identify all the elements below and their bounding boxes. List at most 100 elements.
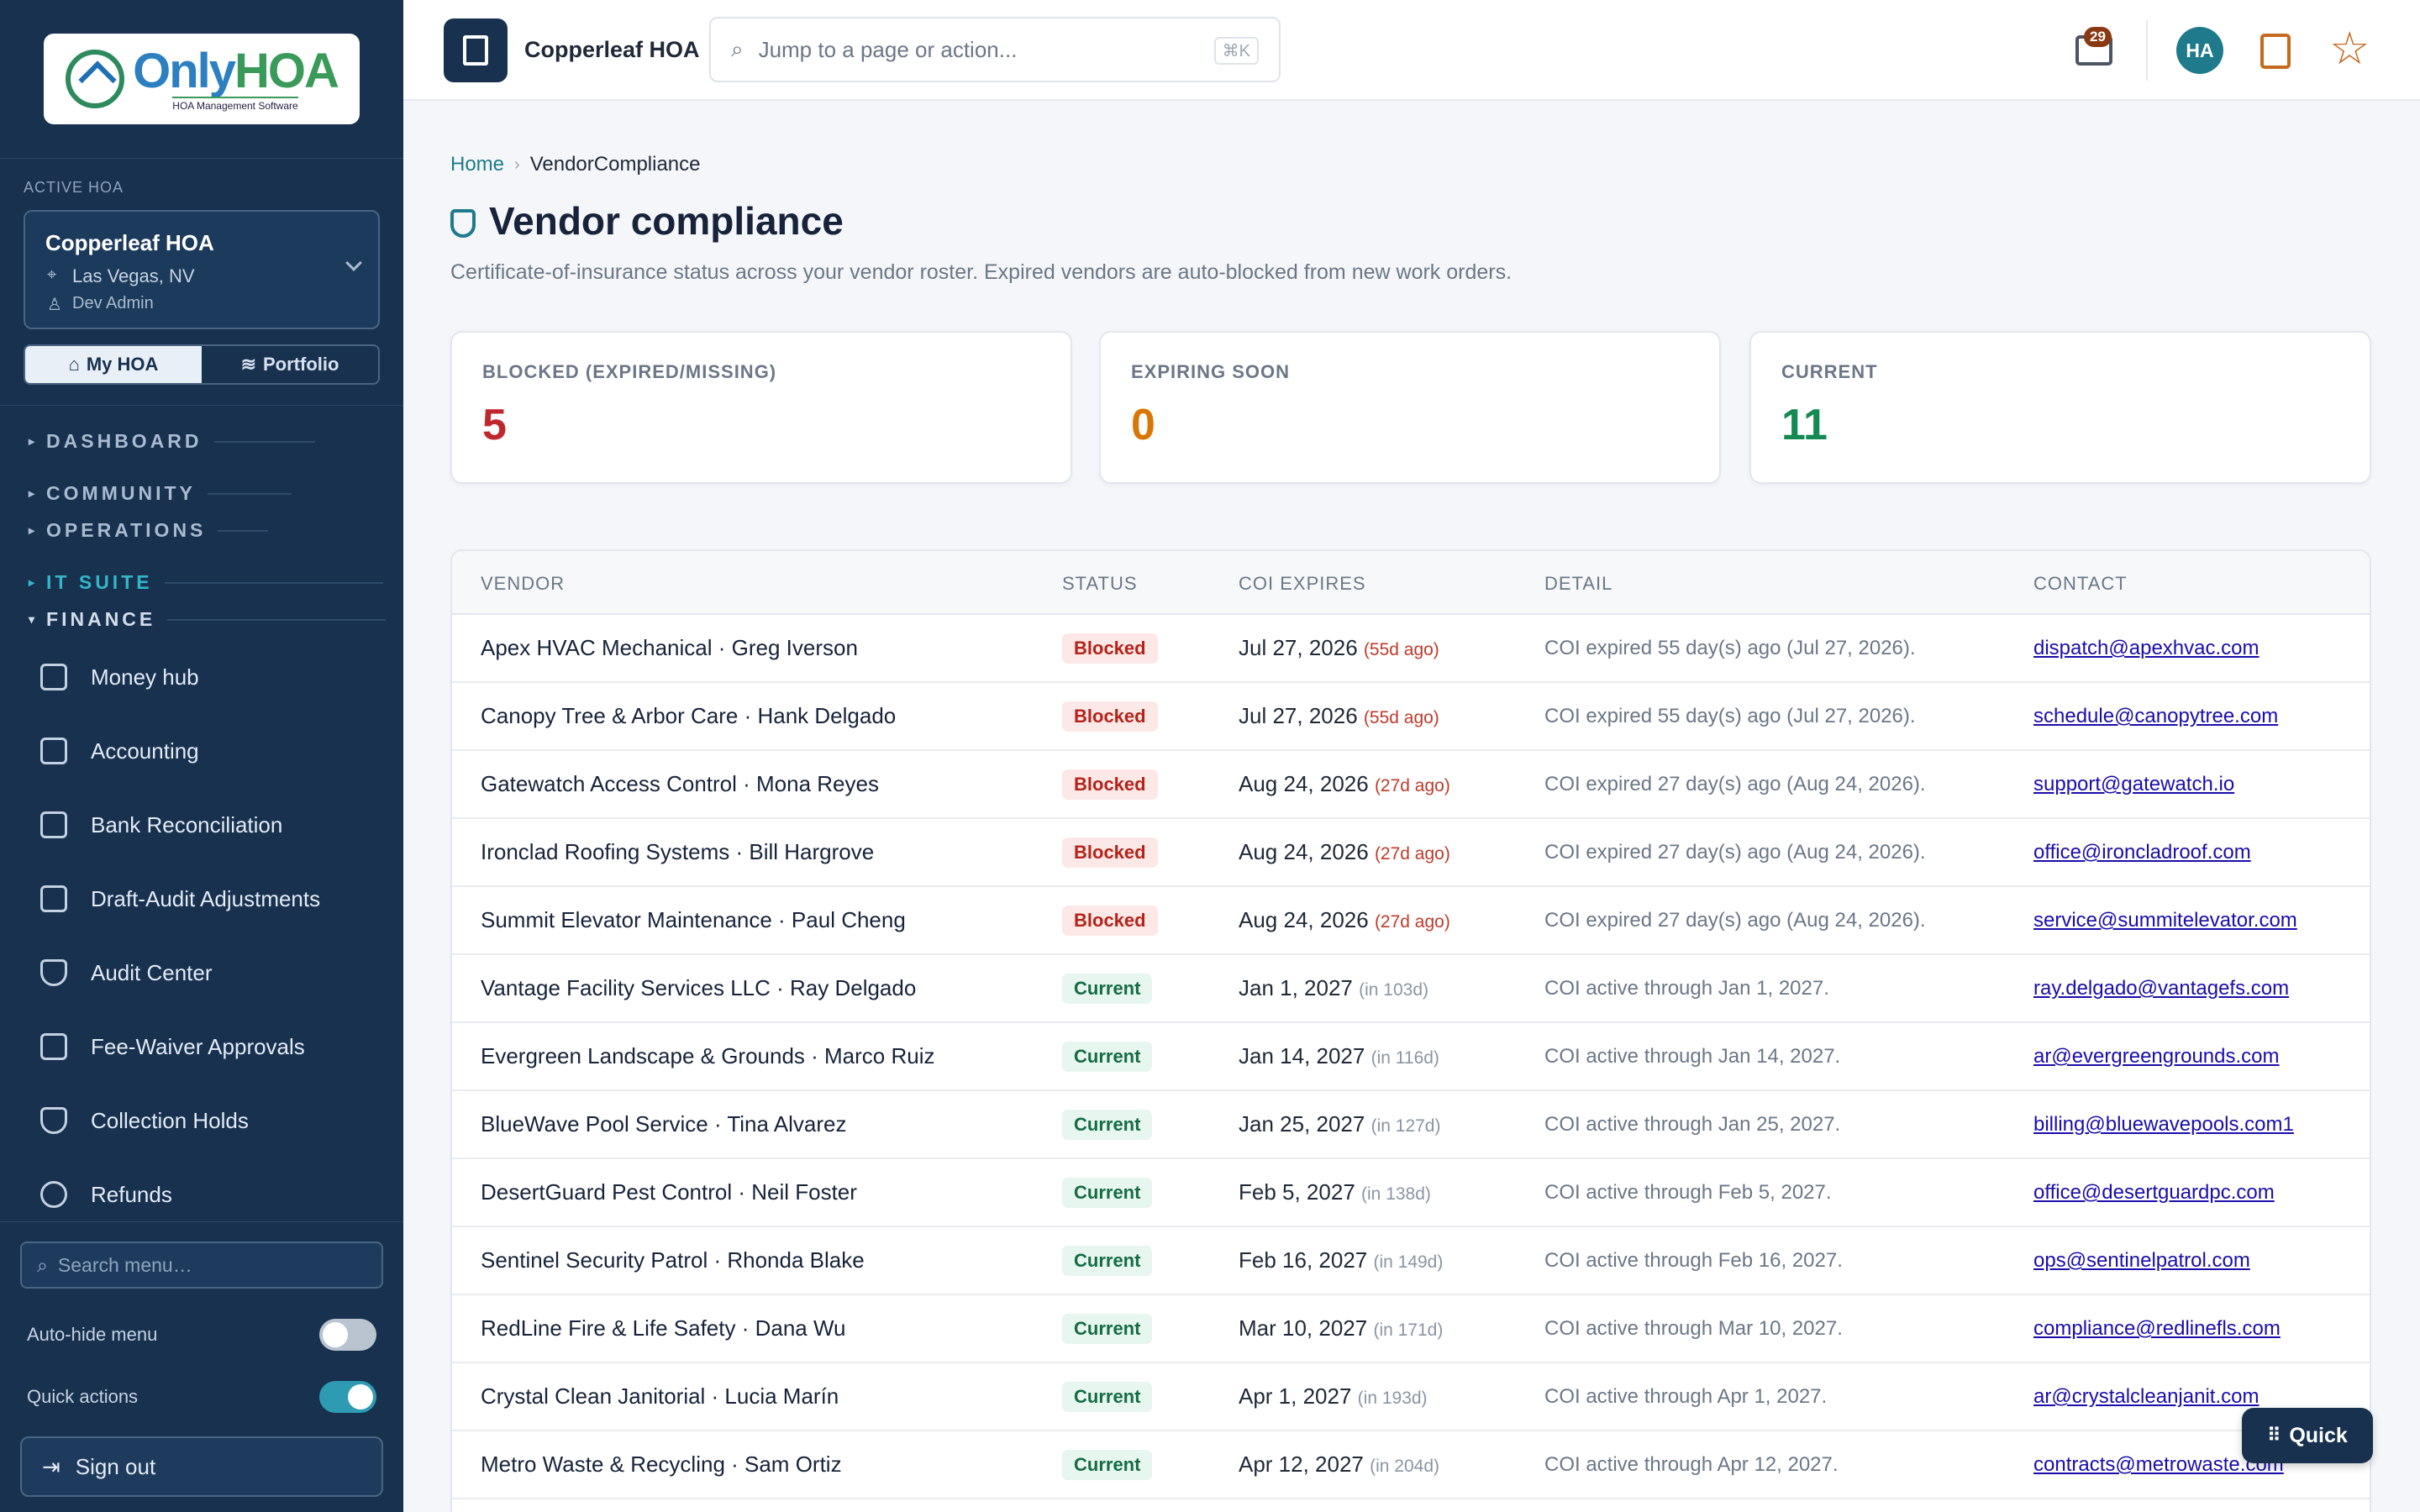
- coi-detail: COI active through Apr 12, 2027.: [1544, 1453, 1839, 1476]
- sidebar-item-accounting[interactable]: Accounting: [40, 738, 199, 764]
- divider: [0, 158, 403, 159]
- table-row[interactable]: Apex HVAC Mechanical · Greg Iverson Block…: [452, 615, 2370, 683]
- coi-expiry: Aug 24, 2026 (27d ago): [1239, 771, 1450, 796]
- column-header-status[interactable]: STATUS: [1062, 573, 1138, 595]
- menu-search-input[interactable]: ⌕ Search menu…: [20, 1242, 383, 1289]
- contact-email-link[interactable]: dispatch@apexhvac.com: [2033, 637, 2260, 660]
- sidebar-item-money-hub[interactable]: Money hub: [40, 664, 199, 690]
- vendor-name: Metro Waste & Recycling · Sam Ortiz: [481, 1452, 842, 1477]
- table-row[interactable]: RedLine Fire & Life Safety · Dana Wu Curr…: [452, 1295, 2370, 1363]
- table-row[interactable]: Summit Elevator Maintenance · Paul Cheng…: [452, 887, 2370, 955]
- vendor-name: Apex HVAC Mechanical · Greg Iverson: [481, 635, 858, 660]
- topbar: Copperleaf HOA ⌕ Jump to a page or actio…: [403, 0, 2420, 101]
- coi-detail: COI active through Jan 14, 2027.: [1544, 1045, 1841, 1068]
- sidebar: OnlyHOA HOA Management Software ACTIVE H…: [0, 0, 403, 1512]
- avatar[interactable]: HA: [2176, 27, 2223, 74]
- contact-email-link[interactable]: office@ironcladroof.com: [2033, 841, 2251, 864]
- coi-expiry: Feb 16, 2027 (in 149d): [1239, 1247, 1444, 1273]
- quick-actions-label: Quick actions: [27, 1386, 139, 1407]
- column-header-coi-expires[interactable]: COI EXPIRES: [1239, 573, 1366, 595]
- stat-card-current: CURRENT 11: [1749, 331, 2371, 484]
- book-icon: [40, 738, 67, 764]
- relative-days: (27d ago): [1374, 776, 1450, 795]
- breadcrumb-home-link[interactable]: Home: [450, 153, 504, 176]
- coi-detail: COI active through Jan 25, 2027.: [1544, 1113, 1841, 1136]
- auto-hide-toggle[interactable]: [319, 1319, 376, 1351]
- relative-days: (in 116d): [1370, 1048, 1439, 1068]
- table-header: VENDOR STATUS COI EXPIRES DETAIL CONTACT: [452, 551, 2370, 615]
- contact-email-link[interactable]: ops@sentinelpatrol.com: [2033, 1249, 2250, 1273]
- notes-icon[interactable]: [2260, 34, 2291, 69]
- stat-card-blocked: BLOCKED (EXPIRED/MISSING) 5: [450, 331, 1072, 484]
- nav-group-finance[interactable]: ▾ FINANCE: [29, 608, 387, 631]
- star-icon[interactable]: ☆: [2329, 24, 2370, 74]
- quick-actions-button[interactable]: ⠿ Quick: [2242, 1408, 2373, 1463]
- table-row[interactable]: Ironclad Roofing Systems · Bill Hargrove…: [452, 819, 2370, 887]
- quick-actions-row: Quick actions: [27, 1381, 376, 1413]
- sidebar-item-fee-waiver-approvals[interactable]: Fee-Waiver Approvals: [40, 1033, 305, 1060]
- contact-email-link[interactable]: ar@evergreengrounds.com: [2033, 1045, 2280, 1068]
- relative-days: (in 127d): [1370, 1116, 1441, 1136]
- sidebar-item-audit-center[interactable]: Audit Center: [40, 959, 213, 986]
- table-row[interactable]: Evergreen Landscape & Grounds · Marco Ru…: [452, 1023, 2370, 1091]
- search-icon: ⌕: [37, 1253, 48, 1276]
- stat-value: 11: [1781, 401, 1828, 449]
- contact-email-link[interactable]: schedule@canopytree.com: [2033, 705, 2278, 728]
- status-badge: Current: [1062, 1314, 1153, 1344]
- sidebar-item-refunds[interactable]: Refunds: [40, 1181, 172, 1208]
- sidebar-item-draft-audit-adjustments[interactable]: Draft-Audit Adjustments: [40, 885, 320, 912]
- scope-toggle: ⌂ My HOA ≋ Portfolio: [24, 344, 380, 385]
- page-subtitle: Certificate-of-insurance status across y…: [450, 260, 1512, 284]
- contact-email-link[interactable]: billing@bluewavepools.com1: [2033, 1113, 2294, 1137]
- portfolio-button[interactable]: ≋ Portfolio: [202, 346, 378, 383]
- table-row[interactable]: DesertGuard Pest Control · Neil Foster Cu…: [452, 1159, 2370, 1227]
- table-row[interactable]: Gatewatch Access Control · Mona Reyes Blo…: [452, 751, 2370, 819]
- coi-expiry: Jul 27, 2026 (55d ago): [1239, 635, 1439, 660]
- table-row[interactable]: Crystal Clean Janitorial · Lucia Marín Cu…: [452, 1363, 2370, 1431]
- layers-icon: ≋: [240, 354, 256, 375]
- status-badge: Current: [1062, 1382, 1153, 1412]
- coi-expiry: Apr 1, 2027 (in 193d): [1239, 1383, 1428, 1409]
- relative-days: (in 193d): [1357, 1389, 1428, 1408]
- coi-expiry: Jul 27, 2026 (55d ago): [1239, 703, 1439, 728]
- contact-email-link[interactable]: ray.delgado@vantagefs.com: [2033, 977, 2289, 1000]
- column-header-contact[interactable]: CONTACT: [2033, 573, 2128, 595]
- table-row[interactable]: Canopy Tree & Arbor Care · Hank Delgado B…: [452, 683, 2370, 751]
- table-row[interactable]: BlueWave Pool Service · Tina Alvarez Curr…: [452, 1091, 2370, 1159]
- nav-group-operations[interactable]: ▸ OPERATIONS: [29, 519, 269, 542]
- coi-detail: COI active through Feb 16, 2027.: [1544, 1249, 1843, 1272]
- sign-out-button[interactable]: ⇥ Sign out: [20, 1436, 383, 1497]
- contact-email-link[interactable]: compliance@redlinefls.com: [2033, 1317, 2281, 1341]
- my-hoa-button[interactable]: ⌂ My HOA: [25, 346, 202, 383]
- hoa-location: Las Vegas, NV: [72, 265, 195, 286]
- sidebar-item-collection-holds[interactable]: Collection Holds: [40, 1107, 249, 1134]
- vendor-name: Gatewatch Access Control · Mona Reyes: [481, 771, 879, 796]
- stat-label: EXPIRING SOON: [1131, 361, 1291, 382]
- nav-group-dashboard[interactable]: ▸ DASHBOARD: [29, 430, 315, 453]
- hoa-switcher[interactable]: Copperleaf HOA ⌖ Las Vegas, NV ♙ Dev Adm…: [24, 210, 380, 329]
- vendor-name: Vantage Facility Services LLC · Ray Delg…: [481, 975, 917, 1000]
- relative-days: (in 204d): [1370, 1457, 1440, 1476]
- sidebar-item-bank-reconciliation[interactable]: Bank Reconciliation: [40, 811, 282, 838]
- logo-wordmark: OnlyHOA HOA Management Software: [133, 44, 339, 113]
- quick-actions-toggle[interactable]: [319, 1381, 376, 1413]
- status-badge: Current: [1062, 1178, 1153, 1208]
- command-search-input[interactable]: ⌕ Jump to a page or action... ⌘K: [709, 17, 1281, 82]
- column-header-detail[interactable]: DETAIL: [1544, 573, 1612, 595]
- contact-email-link[interactable]: ar@crystalcleanjanit.com: [2033, 1385, 2259, 1409]
- contact-email-link[interactable]: support@gatewatch.io: [2033, 773, 2234, 796]
- nav-group-it-suite[interactable]: ▸ IT SUITE: [29, 571, 383, 594]
- column-header-vendor[interactable]: VENDOR: [481, 573, 565, 595]
- table-row[interactable]: Metro Waste & Recycling · Sam Ortiz Curre…: [452, 1431, 2370, 1499]
- nav-group-community[interactable]: ▸ COMMUNITY: [29, 482, 292, 505]
- caret-right-icon: ▸: [29, 486, 35, 500]
- coi-expiry: Jan 25, 2027 (in 127d): [1239, 1111, 1441, 1137]
- table-row[interactable]: Vantage Facility Services LLC · Ray Delg…: [452, 955, 2370, 1023]
- vendor-name: BlueWave Pool Service · Tina Alvarez: [481, 1111, 847, 1137]
- contact-email-link[interactable]: service@summitelevator.com: [2033, 909, 2297, 932]
- building-icon[interactable]: [444, 18, 508, 82]
- table-row[interactable]: Sentinel Security Patrol · Rhonda Blake C…: [452, 1227, 2370, 1295]
- brand-logo[interactable]: OnlyHOA HOA Management Software: [44, 34, 360, 124]
- contact-email-link[interactable]: office@desertguardpc.com: [2033, 1181, 2275, 1205]
- caret-right-icon: ▸: [29, 523, 35, 537]
